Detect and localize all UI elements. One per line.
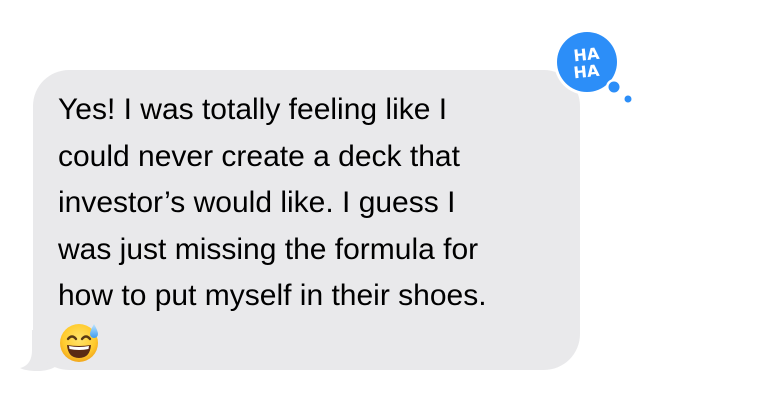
message-line: Yes! I was totally feeling like I (58, 93, 448, 126)
message-line: was just missing the formula for (58, 232, 479, 266)
message-line: could never create a deck that (58, 139, 460, 173)
message-line: investor’s would like. I guess I (58, 186, 456, 219)
message-text: Yes! I was totally feeling like I could … (58, 87, 562, 320)
message-line: how to put myself in their shoes. (58, 279, 487, 312)
received-message-bubble[interactable]: Yes! I was totally feeling like I could … (33, 70, 580, 370)
message-thread: Yes! I was totally feeling like I could … (0, 0, 780, 418)
haha-tapback-icon: HA HA (554, 29, 633, 104)
grinning-face-with-sweat-icon (60, 323, 98, 362)
tapback-label-bottom: HA (573, 61, 601, 83)
haha-tapback[interactable]: HA HA (552, 27, 642, 107)
